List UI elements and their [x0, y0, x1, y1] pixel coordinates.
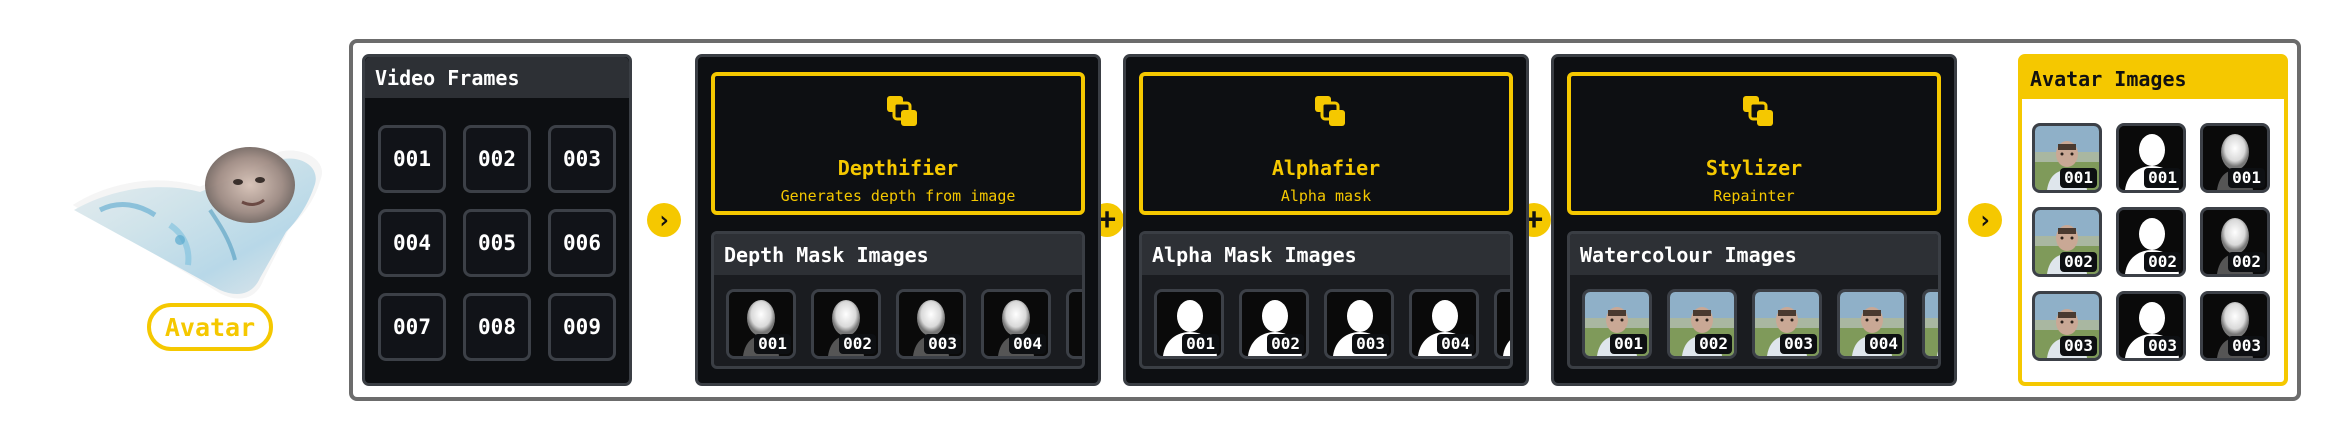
thumbnail-number: 003 — [1352, 334, 1389, 354]
alpha-thumbnail[interactable]: 003 — [1324, 289, 1394, 359]
video-frames-panel: Video Frames 001 002 003 004 005 006 007 008 009 — [362, 54, 632, 386]
water-image-icon — [1925, 292, 1938, 356]
avatar-image-number: 003 — [2228, 336, 2265, 356]
alpha-output-panel: Alpha Mask Images 001 002 003 004 — [1139, 231, 1513, 369]
avatar-image-number: 001 — [2228, 168, 2265, 188]
water-output-panel: Watercolour Images 001 002 003 004 — [1567, 231, 1941, 369]
alpha-image-icon — [1497, 292, 1510, 356]
arrow-connector-2: › — [1968, 203, 2002, 237]
thumbnail-number: 003 — [924, 334, 961, 354]
avatar-image-number: 002 — [2060, 252, 2097, 272]
alpha-thumbnail[interactable]: 001 — [1154, 289, 1224, 359]
avatar-label: Avatar — [147, 303, 273, 351]
alphafier-panel: Alphafier Alpha mask Alpha Mask Images 001 0… — [1123, 54, 1529, 386]
thumbnail-number: 004 — [1865, 334, 1902, 354]
water-thumbnail[interactable] — [1922, 289, 1938, 359]
thumbnail-number: 001 — [1182, 334, 1219, 354]
avatar-image-alpha-002[interactable]: 002 — [2116, 207, 2186, 277]
stylizer-module[interactable]: Stylizer Repainter — [1567, 72, 1941, 215]
depth-thumbnail[interactable]: 001 — [726, 289, 796, 359]
processor-title: Stylizer — [1705, 156, 1803, 180]
alpha-thumbnail[interactable]: 002 — [1239, 289, 1309, 359]
processor-title: Depthifier — [837, 156, 959, 180]
stack-icon — [1315, 96, 1345, 126]
processor-title: Alphafier — [1271, 156, 1381, 180]
arrow-connector-1: › — [647, 203, 681, 237]
avatar-image-number: 001 — [2060, 168, 2097, 188]
processor-subtitle: Generates depth from image — [780, 187, 1016, 205]
processor-subtitle: Repainter — [1713, 187, 1795, 205]
depthifier-module[interactable]: Depthifier Generates depth from image — [711, 72, 1085, 215]
depth-image-icon — [1069, 292, 1082, 356]
video-frame-008[interactable]: 008 — [463, 293, 531, 361]
stack-icon — [1743, 96, 1773, 126]
video-frame-002[interactable]: 002 — [463, 125, 531, 193]
thumbnail-number: 002 — [1695, 334, 1732, 354]
output-title: Depth Mask Images — [714, 234, 1082, 275]
stylizer-panel: Stylizer Repainter Watercolour Images 001 00… — [1551, 54, 1957, 386]
alpha-thumbnail[interactable]: 004 — [1409, 289, 1479, 359]
video-frame-001[interactable]: 001 — [378, 125, 446, 193]
avatar-image-number: 002 — [2144, 252, 2181, 272]
video-frame-006[interactable]: 006 — [548, 209, 616, 277]
avatar-image-water-003[interactable]: 003 — [2032, 291, 2102, 361]
depthifier-panel: Depthifier Generates depth from image Dept… — [695, 54, 1101, 386]
video-frames-title: Video Frames — [365, 57, 629, 98]
output-title: Alpha Mask Images — [1142, 234, 1510, 275]
water-thumbnail[interactable]: 004 — [1837, 289, 1907, 359]
thumbnail-number: 003 — [1780, 334, 1817, 354]
avatar-image-number: 003 — [2144, 336, 2181, 356]
thumbnail-number: 002 — [839, 334, 876, 354]
avatar-image-number: 003 — [2060, 336, 2097, 356]
thumbnail-number: 002 — [1267, 334, 1304, 354]
avatar-image-alpha-001[interactable]: 001 — [2116, 123, 2186, 193]
avatar-image-water-002[interactable]: 002 — [2032, 207, 2102, 277]
depth-output-panel: Depth Mask Images 001 002 003 004 — [711, 231, 1085, 369]
depth-thumbnail[interactable]: 002 — [811, 289, 881, 359]
avatar-image-depth-003[interactable]: 003 — [2200, 291, 2270, 361]
avatar-image-depth-001[interactable]: 001 — [2200, 123, 2270, 193]
avatar-images-title: Avatar Images — [2022, 58, 2284, 99]
thumbnail-number: 004 — [1009, 334, 1046, 354]
avatar-image-depth-002[interactable]: 002 — [2200, 207, 2270, 277]
stack-icon — [887, 96, 917, 126]
video-frame-005[interactable]: 005 — [463, 209, 531, 277]
thumbnail-number: 004 — [1437, 334, 1474, 354]
avatar-image-number: 002 — [2228, 252, 2265, 272]
video-frame-009[interactable]: 009 — [548, 293, 616, 361]
avatar-images-panel: Avatar Images 001 001 001 002 002 002 003 003 00… — [2018, 54, 2288, 386]
avatar-image-water-001[interactable]: 001 — [2032, 123, 2102, 193]
processor-subtitle: Alpha mask — [1280, 187, 1372, 205]
alpha-thumbnail[interactable] — [1494, 289, 1510, 359]
thumbnail-number: 001 — [754, 334, 791, 354]
alphafier-module[interactable]: Alphafier Alpha mask — [1139, 72, 1513, 215]
water-thumbnail[interactable]: 003 — [1752, 289, 1822, 359]
avatar-image-alpha-003[interactable]: 003 — [2116, 291, 2186, 361]
water-thumbnail[interactable]: 001 — [1582, 289, 1652, 359]
depth-thumbnail[interactable]: 004 — [981, 289, 1051, 359]
video-frame-003[interactable]: 003 — [548, 125, 616, 193]
output-title: Watercolour Images — [1570, 234, 1938, 275]
avatar-figure — [60, 130, 360, 310]
depth-thumbnail[interactable]: 003 — [896, 289, 966, 359]
video-frame-007[interactable]: 007 — [378, 293, 446, 361]
thumbnail-number: 001 — [1610, 334, 1647, 354]
water-thumbnail[interactable]: 002 — [1667, 289, 1737, 359]
avatar-image-number: 001 — [2144, 168, 2181, 188]
video-frame-004[interactable]: 004 — [378, 209, 446, 277]
depth-thumbnail[interactable] — [1066, 289, 1082, 359]
